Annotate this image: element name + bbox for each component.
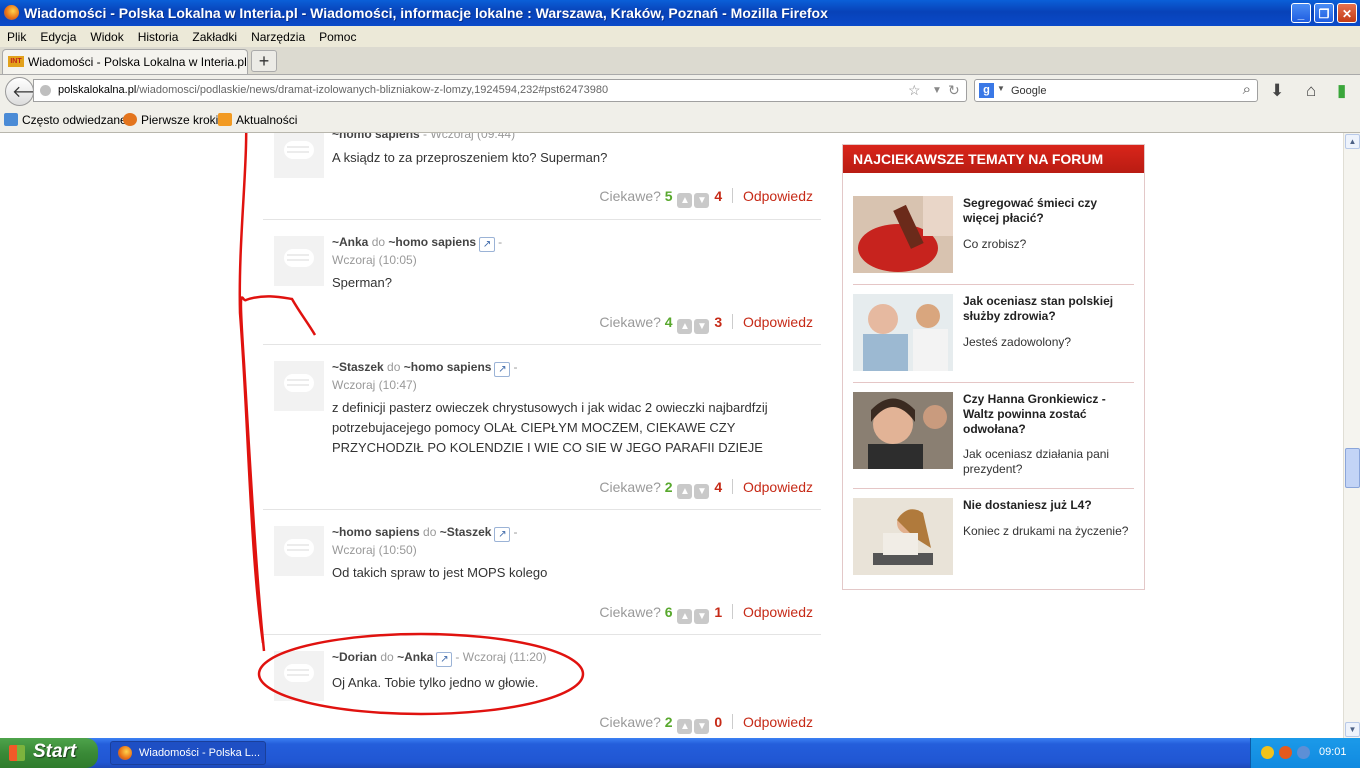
start-button[interactable]: Start — [0, 738, 98, 768]
menu-bar: Plik Edycja Widok Historia Zakładki Narzędzia… — [0, 26, 1360, 47]
search-engine-dropdown-icon[interactable]: ▼ — [997, 84, 1005, 93]
reload-icon[interactable]: ↻ — [948, 82, 960, 99]
search-bar[interactable]: g ▼ Google ⌕ — [974, 79, 1258, 102]
shield-icon[interactable] — [1261, 746, 1274, 759]
bookmark-czesto-odwiedzane[interactable]: Często odwiedzane — [4, 113, 127, 127]
url-text[interactable]: polskalokalna.pl/wiadomosci/podlaskie/ne… — [58, 84, 608, 96]
bookmark-star-icon[interactable]: ☆ — [908, 82, 921, 99]
menu-pomoc[interactable]: Pomoc — [312, 26, 363, 44]
windows-logo-icon — [9, 745, 25, 761]
windows-taskbar: Start Wiadomości - Polska L... 09:01 — [0, 738, 1360, 768]
scroll-down-icon[interactable]: ▼ — [1345, 722, 1360, 737]
antivirus-icon[interactable] — [1279, 746, 1292, 759]
site-identity-icon[interactable] — [40, 85, 51, 96]
annotation-arrow-head — [239, 295, 317, 652]
menu-zakladki[interactable]: Zakładki — [185, 26, 244, 44]
firefox-icon — [123, 113, 137, 126]
close-button[interactable]: ✕ — [1337, 3, 1357, 23]
address-bar[interactable]: polskalokalna.pl/wiadomosci/podlaskie/ne… — [33, 79, 967, 102]
google-icon[interactable]: g — [979, 83, 994, 98]
url-history-dropdown-icon[interactable]: ▼ — [932, 85, 942, 96]
bookmarks-toolbar: Często odwiedzane Pierwsze kroki Aktualn… — [0, 107, 1360, 133]
search-input[interactable]: Google — [1011, 85, 1046, 97]
signal-bars-icon[interactable]: ▮ — [1337, 81, 1346, 101]
bookmark-aktualnosci[interactable]: Aktualności — [218, 113, 297, 127]
annotation-arrow-line — [238, 133, 265, 644]
scrollbar-thumb[interactable] — [1345, 448, 1360, 488]
tab-bar: INT Wiadomości - Polska Lokalna w Interi… — [0, 47, 1360, 75]
page-content: ~homo sapiens - Wczoraj (09:44) A ksiądz… — [0, 133, 1343, 738]
window-title-bar[interactable]: Wiadomości - Polska Lokalna w Interia.pl… — [0, 0, 1360, 26]
menu-edycja[interactable]: Edycja — [33, 26, 83, 44]
home-icon[interactable]: ⌂ — [1306, 81, 1316, 101]
taskbar-item-label: Wiadomości - Polska L... — [139, 747, 261, 759]
minimize-button[interactable]: _ — [1291, 3, 1311, 23]
menu-plik[interactable]: Plik — [0, 26, 33, 44]
window-title: Wiadomości - Polska Lokalna w Interia.pl… — [24, 5, 828, 21]
search-icon[interactable]: ⌕ — [1243, 81, 1251, 98]
system-tray: 09:01 — [1250, 738, 1360, 768]
scroll-up-icon[interactable]: ▲ — [1345, 134, 1360, 149]
tab-label: Wiadomości - Polska Lokalna w Interia.pl… — [28, 55, 246, 69]
navigation-bar: 🡐 polskalokalna.pl/wiadomosci/podlaskie/… — [0, 75, 1360, 107]
new-tab-button[interactable]: + — [251, 50, 277, 72]
red-annotation-overlay — [238, 133, 585, 716]
interia-favicon-icon: INT — [8, 56, 24, 67]
maximize-button[interactable]: ❐ — [1314, 3, 1334, 23]
menu-widok[interactable]: Widok — [83, 26, 130, 44]
browser-tab[interactable]: INT Wiadomości - Polska Lokalna w Interi… — [2, 49, 248, 74]
menu-narzedzia[interactable]: Narzędzia — [244, 26, 312, 44]
bookmark-pierwsze-kroki[interactable]: Pierwsze kroki — [123, 113, 218, 127]
clock[interactable]: 09:01 — [1319, 746, 1347, 758]
network-icon[interactable] — [1297, 746, 1310, 759]
downloads-icon[interactable]: ⬇ — [1270, 81, 1284, 101]
firefox-icon — [118, 746, 132, 760]
start-label: Start — [33, 741, 77, 762]
menu-historia[interactable]: Historia — [131, 26, 186, 44]
rss-icon — [218, 113, 232, 126]
folder-icon — [4, 113, 18, 126]
taskbar-item-firefox[interactable]: Wiadomości - Polska L... — [110, 741, 266, 765]
firefox-icon — [4, 5, 19, 20]
back-button[interactable]: 🡐 — [5, 77, 55, 106]
annotation-circle — [257, 632, 585, 716]
vertical-scrollbar[interactable]: ▲ ▼ — [1343, 133, 1360, 738]
